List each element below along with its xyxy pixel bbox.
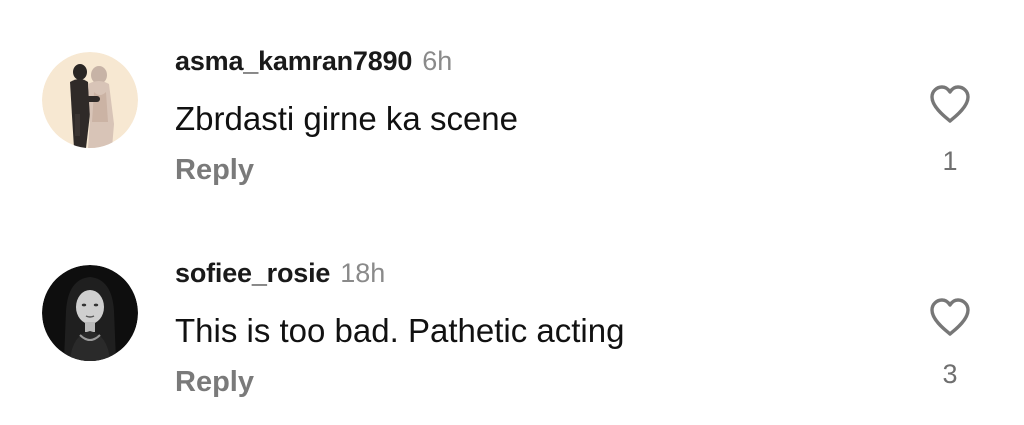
avatar-image xyxy=(42,265,138,361)
comment-item: sofiee_rosie 18h This is too bad. Pathet… xyxy=(0,212,1024,425)
avatar[interactable] xyxy=(42,52,138,148)
like-count: 3 xyxy=(942,359,958,389)
avatar-image xyxy=(42,52,138,148)
comment-text: This is too bad. Pathetic acting xyxy=(175,312,625,349)
like-button[interactable]: 1 xyxy=(922,84,978,177)
username[interactable]: sofiee_rosie xyxy=(175,258,330,289)
comment-text: Zbrdasti girne ka scene xyxy=(175,100,519,137)
comment-meta: asma_kamran7890 6h xyxy=(175,46,452,82)
heart-outline-icon xyxy=(930,85,970,123)
username[interactable]: asma_kamran7890 xyxy=(175,46,412,77)
like-count: 1 xyxy=(942,146,958,176)
timestamp: 18h xyxy=(340,258,386,288)
heart-outline-icon xyxy=(930,298,970,336)
comment-meta: sofiee_rosie 18h xyxy=(175,258,385,294)
avatar[interactable] xyxy=(42,265,138,361)
timestamp: 6h xyxy=(422,46,453,76)
comment-item: asma_kamran7890 6h Zbrdasti girne ka sce… xyxy=(0,0,1024,212)
like-button[interactable]: 3 xyxy=(922,297,978,390)
reply-button[interactable]: Reply xyxy=(175,154,254,187)
reply-button[interactable]: Reply xyxy=(175,366,254,399)
